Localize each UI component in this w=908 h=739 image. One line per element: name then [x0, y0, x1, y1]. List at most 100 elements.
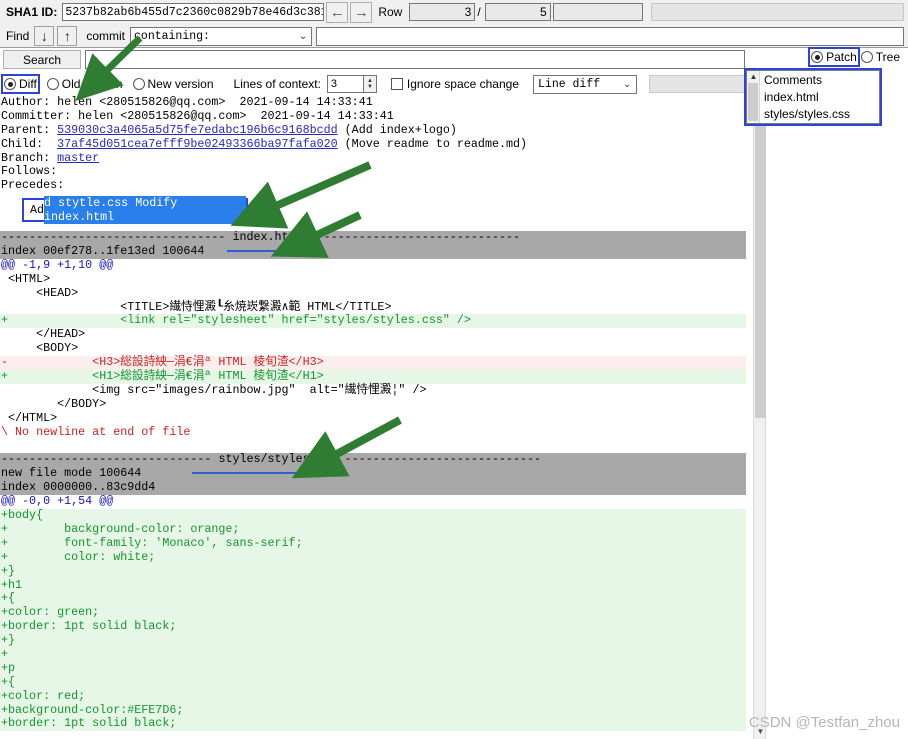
radio-tree[interactable]: Tree [860, 50, 900, 64]
options-filler [649, 75, 758, 93]
file2-dashes-left: ------------------------------ [1, 452, 219, 467]
diff-line-added: +border: 1pt solid black; [0, 717, 746, 732]
toolbar-filler-1 [650, 3, 904, 21]
radio-diff[interactable]: Diff [1, 74, 40, 94]
radio-new-version-indicator [132, 78, 145, 90]
diff-file2-mode-line: new file mode 100644 [0, 466, 746, 482]
diff-file1-index-line: index 00ef278..1fe13ed 100644 [0, 244, 746, 259]
radio-tree-label: Tree [875, 50, 900, 64]
row-current-input[interactable]: 3 [409, 3, 476, 21]
diff-line-added: +} [0, 564, 746, 579]
ignore-space-change-label: Ignore space change [406, 77, 520, 91]
lines-of-context-input[interactable]: 3 [326, 75, 363, 93]
file1-name: index.html [232, 230, 303, 245]
arrow-left-icon[interactable]: ← [326, 1, 349, 23]
styles-css-underline-annotation [192, 472, 311, 474]
commit-message-selected-text: d stytle.css Modify index.html [44, 196, 246, 224]
sha1-label: SHA1 ID: [6, 5, 58, 19]
radio-diff-indicator [4, 78, 16, 90]
file-list-scrollbar[interactable]: ▲ [747, 71, 760, 123]
diff-line-added: +{ [0, 591, 746, 607]
find-containing-select[interactable]: containing: ⌄ [130, 26, 313, 46]
find-containing-value: containing: [134, 29, 210, 43]
radio-old-version-indicator [46, 78, 59, 90]
spinner-buttons[interactable]: ▲ ▼ [362, 75, 377, 93]
commit-message-box[interactable]: Ad d stytle.css Modify index.html [22, 196, 248, 224]
file-list-item-index-html[interactable]: index.html [763, 89, 879, 106]
row-label: Row [378, 5, 403, 19]
file-list-scroll-thumb[interactable] [748, 83, 758, 121]
branch-label: Branch: [1, 150, 58, 165]
parent-subject: (Add index+logo) [337, 122, 457, 137]
ignore-space-change-checkbox[interactable]: Ignore space change [390, 77, 520, 91]
row-extra-field[interactable] [552, 3, 643, 21]
row-total-input[interactable]: 5 [484, 3, 551, 21]
radio-diff-label: Diff [19, 77, 37, 91]
arrow-up-icon[interactable]: ↑ [57, 26, 78, 46]
find-label: Find [6, 29, 30, 43]
radio-patch-label: Patch [826, 50, 857, 64]
sha1-input[interactable]: 5237b82ab6b455d7c2360c0829b78e46d3c381d2 [62, 3, 325, 21]
spinner-down-icon[interactable]: ▼ [367, 84, 373, 90]
file1-dashes-left: -------------------------------- [1, 230, 233, 245]
radio-tree-indicator [860, 51, 873, 63]
line-diff-value: Line diff [538, 77, 601, 91]
chevron-down-icon-2: ⌄ [622, 78, 632, 90]
branch-link[interactable]: master [57, 151, 99, 165]
child-label: Child: [1, 136, 58, 151]
diff-line-added: +{ [0, 675, 746, 690]
toolbar-row-find: Find ↓ ↑ commit containing: ⌄ [0, 24, 908, 48]
arrow-right-icon[interactable]: → [350, 1, 373, 23]
file-list-items: Comments index.html styles/styles.css [760, 71, 879, 123]
diff-scrollbar[interactable]: ▲ ▼ [753, 96, 766, 739]
radio-patch[interactable]: Patch [808, 47, 860, 67]
lines-of-context-stepper[interactable]: 3 ▲ ▼ [326, 75, 377, 93]
row-separator: / [477, 5, 481, 19]
diff-line-added: +h1 [0, 578, 746, 593]
radio-patch-indicator [811, 51, 824, 63]
search-button[interactable]: Search [3, 50, 81, 69]
arrow-down-icon[interactable]: ↓ [34, 26, 55, 46]
file1-dashes-right: ------------------------------ [302, 230, 521, 245]
view-mode-group: Patch Tree [808, 47, 900, 67]
checkbox-indicator [390, 78, 403, 90]
commit-label: commit [86, 29, 126, 43]
diff-line-added: +color: red; [0, 689, 746, 704]
top-toolbar: SHA1 ID: 5237b82ab6b455d7c2360c0829b78e4… [0, 0, 908, 48]
child-sha-link[interactable]: 37af45d051cea7efff9be02493366ba97fafa020 [57, 137, 338, 151]
watermark: CSDN @Testfan_zhou [748, 714, 900, 731]
line-diff-select[interactable]: Line diff ⌄ [533, 74, 638, 94]
toolbar-row-sha: SHA1 ID: 5237b82ab6b455d7c2360c0829b78e4… [0, 0, 908, 24]
parent-label: Parent: [1, 122, 58, 137]
diff-pane-right-fill [766, 96, 908, 739]
diff-line-added: +color: green; [0, 605, 746, 621]
diff-line-added: + background-color: orange; [0, 522, 746, 537]
file-list-item-styles-css[interactable]: styles/styles.css [763, 106, 879, 123]
file-list-panel[interactable]: ▲ Comments index.html styles/styles.css [746, 70, 880, 124]
commit-message-prefix: Ad [30, 203, 45, 217]
radio-new-version[interactable]: New version [132, 77, 214, 91]
diff-line-added: +} [0, 633, 746, 648]
diff-line-added: +body{ [0, 508, 746, 523]
diff-line-added: + <H1>総設詩紻─涓€涓ª HTML 棱旬渣</H1> [0, 369, 746, 384]
diff-line-added: + <link rel="stylesheet" href="styles/st… [0, 314, 746, 329]
search-bar: Search [0, 49, 908, 71]
find-text-input[interactable] [316, 26, 904, 46]
diff-file-header-2: ------------------------------ styles/st… [0, 452, 746, 468]
diff-file-header-1: -------------------------------- index.h… [0, 230, 746, 246]
chevron-up-icon[interactable]: ▲ [747, 72, 760, 82]
file2-dashes-right: ---------------------------- [337, 452, 542, 467]
radio-old-version-label: Old version [61, 77, 123, 91]
diff-scroll-thumb[interactable] [755, 100, 766, 418]
file2-name: styles/styles.css [218, 452, 338, 467]
diff-line-added: + font-family: 'Monaco', sans-serif; [0, 536, 746, 551]
index-html-underline-annotation [227, 250, 293, 252]
diff-line-added: +border: 1pt solid black; [0, 619, 746, 635]
file-list-item-comments[interactable]: Comments [763, 72, 879, 89]
diff-line-removed: - <H3>総設詩紻─涓€涓ª HTML 棱旬渣</H3> [0, 355, 746, 371]
search-input[interactable] [85, 50, 745, 69]
parent-sha-link[interactable]: 539030c3a4065a5d75fe7edabc196b6c9168bcdd [57, 123, 338, 137]
diff-line-added: + color: white; [0, 550, 746, 565]
diff-line-added: + [0, 647, 746, 662]
radio-old-version[interactable]: Old version [46, 77, 123, 91]
